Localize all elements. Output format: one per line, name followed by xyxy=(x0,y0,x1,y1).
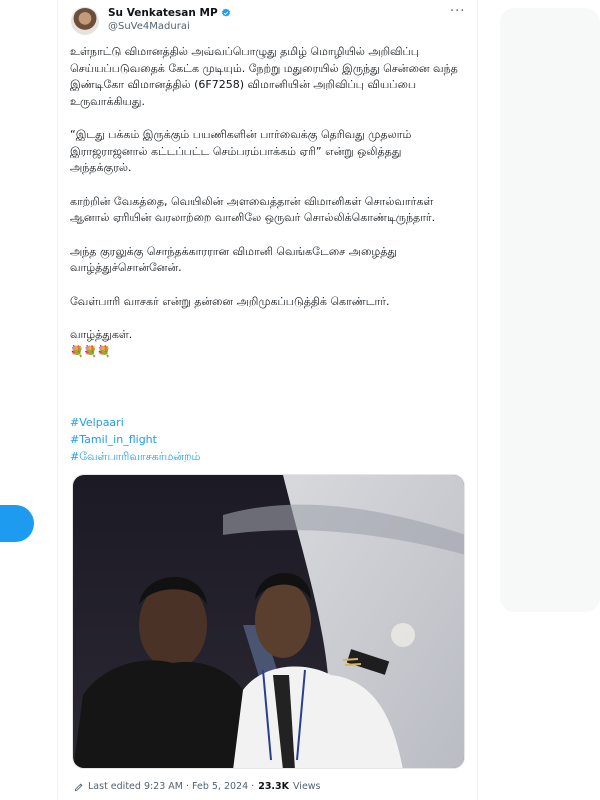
author-name[interactable]: Su Venkatesan MP xyxy=(108,7,218,19)
edit-pencil-icon xyxy=(74,782,83,791)
selfie-photo-illustration xyxy=(73,475,464,768)
author-name-row[interactable]: Su Venkatesan MP xyxy=(108,7,231,19)
tweet-meta: Last edited 9:23 AM · Feb 5, 2024 · 23.3… xyxy=(74,781,321,792)
more-options-icon[interactable]: ··· xyxy=(450,4,465,19)
hashtag-link[interactable]: #வேள்பாரிவாசகர்மன்றம் xyxy=(70,448,200,465)
bouquet-emoji: 💐💐💐 xyxy=(70,344,112,358)
author-handle[interactable]: @SuVe4Madurai xyxy=(108,21,190,32)
hashtag-list: #Velpaari #Tamil_in_flight #வேள்பாரிவாசக… xyxy=(70,414,200,465)
tweet-closing: வாழ்த்துகள். xyxy=(70,328,133,341)
verified-badge-icon xyxy=(221,8,230,17)
tweet-paragraph: காற்றின் வேகத்தை, வெயிலின் அளவைத்தான் வி… xyxy=(70,194,436,225)
left-nav-rail xyxy=(0,0,58,800)
avatar[interactable] xyxy=(71,7,99,35)
right-sidebar xyxy=(478,0,600,800)
post-button[interactable] xyxy=(0,505,34,542)
views-count: 23.3K xyxy=(258,781,290,792)
tweet-paragraph: வேள்பாரி வாசகர் என்று தன்னை அறிமுகப்படுத… xyxy=(70,294,390,308)
hashtag-link[interactable]: #Tamil_in_flight xyxy=(70,431,200,448)
edited-timestamp[interactable]: Last edited 9:23 AM · Feb 5, 2024 · xyxy=(88,781,254,792)
tweet-paragraph: உள்நாட்டு விமானத்தில் அவ்வப்பொழுது தமிழ்… xyxy=(70,45,458,108)
sidebar-card xyxy=(500,8,600,612)
tweet-paragraph: அந்த குரலுக்கு சொந்தக்காரரான விமானி வெங்… xyxy=(70,244,397,275)
tweet-photo[interactable] xyxy=(72,474,465,769)
tweet-text: உள்நாட்டு விமானத்தில் அவ்வப்பொழுது தமிழ்… xyxy=(70,44,466,360)
hashtag-link[interactable]: #Velpaari xyxy=(70,414,200,431)
views-label: Views xyxy=(293,781,321,792)
tweet: Su Venkatesan MP @SuVe4Madurai ··· உள்நா… xyxy=(58,0,477,800)
page: Su Venkatesan MP @SuVe4Madurai ··· உள்நா… xyxy=(0,0,600,800)
tweet-paragraph: “இடது பக்கம் இருக்கும் பயணிகளின் பார்வைக… xyxy=(70,128,412,174)
